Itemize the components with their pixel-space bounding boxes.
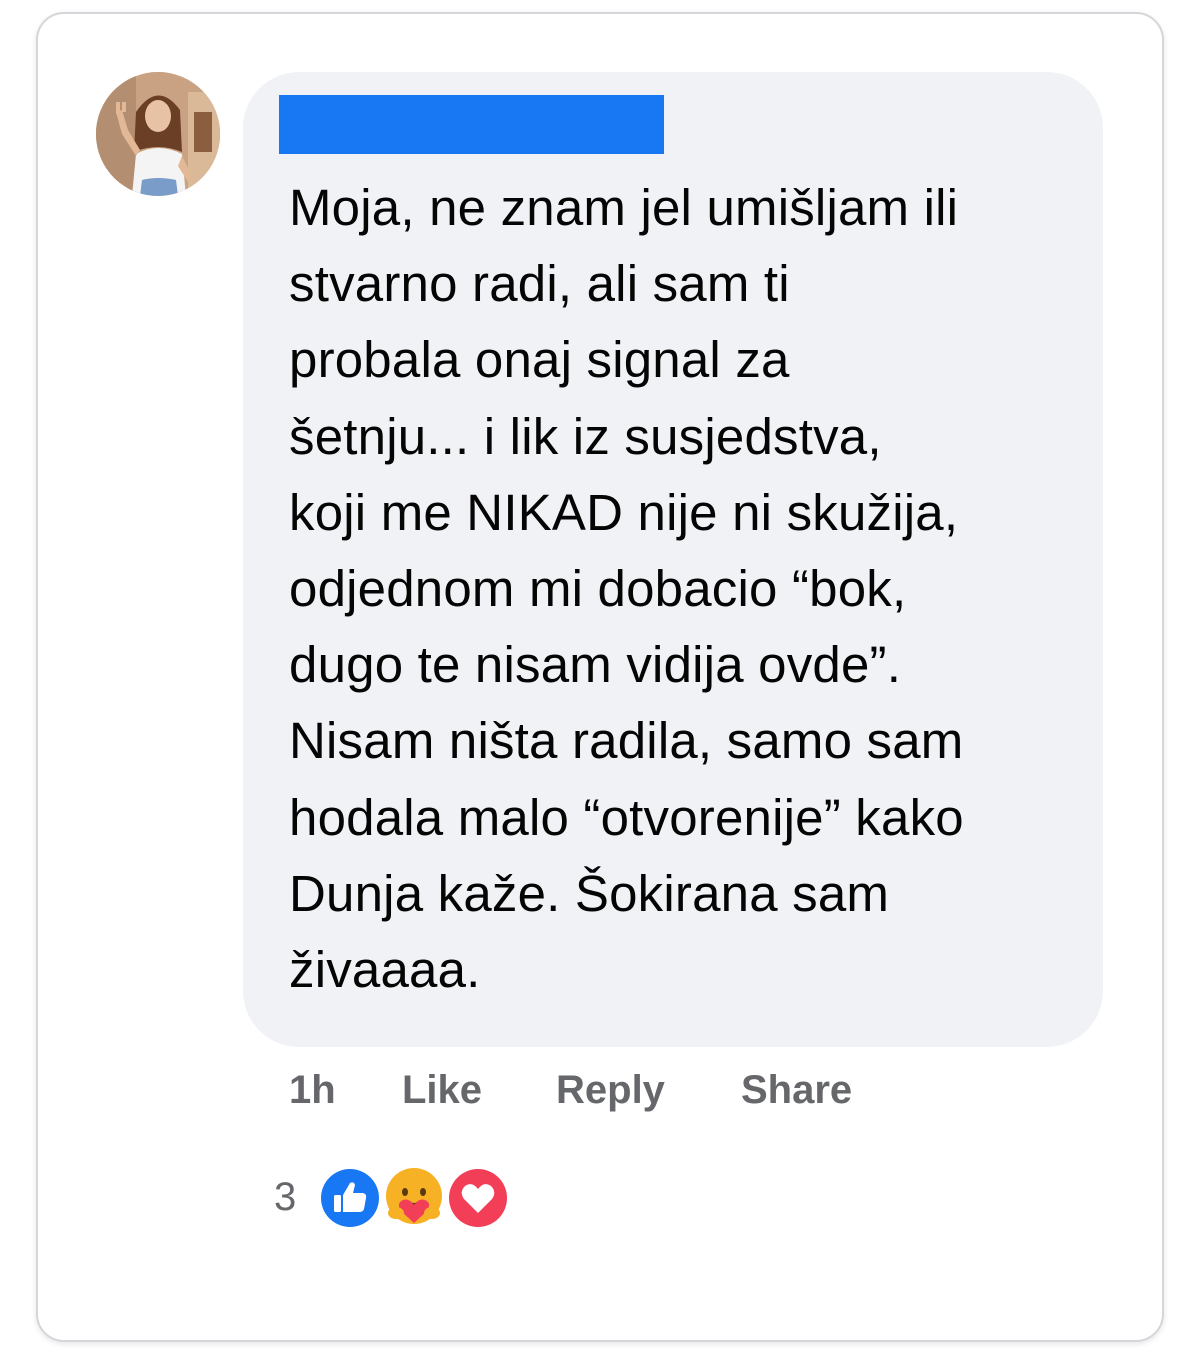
reactions-summary[interactable]: 3 — [274, 1165, 534, 1231]
reply-button[interactable]: Reply — [556, 1062, 665, 1118]
author-name-redaction[interactable] — [279, 95, 664, 154]
reaction-count: 3 — [274, 1175, 297, 1219]
avatar[interactable] — [96, 72, 220, 196]
like-button[interactable]: Like — [402, 1062, 482, 1118]
love-icon — [445, 1165, 511, 1231]
comment-timestamp[interactable]: 1h — [289, 1062, 336, 1118]
avatar-photo — [96, 72, 220, 196]
comment-text: Moja, ne znam jel umišljam ili stvarno r… — [289, 179, 964, 999]
share-button[interactable]: Share — [741, 1062, 852, 1118]
care-icon — [381, 1165, 447, 1231]
like-icon — [317, 1165, 383, 1231]
comment-actions: 1h Like Reply Share — [0, 1062, 1200, 1122]
